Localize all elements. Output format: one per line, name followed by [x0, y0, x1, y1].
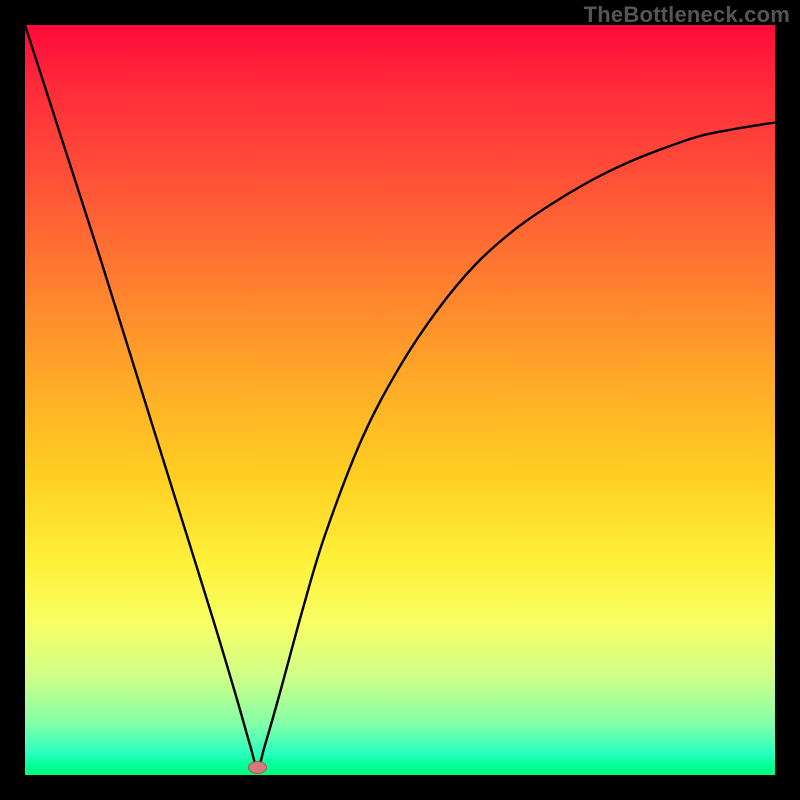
plot-area: [25, 25, 775, 775]
min-marker: [249, 762, 267, 774]
chart-frame: TheBottleneck.com: [0, 0, 800, 800]
bottleneck-curve: [25, 25, 775, 768]
curve-layer: [25, 25, 775, 775]
